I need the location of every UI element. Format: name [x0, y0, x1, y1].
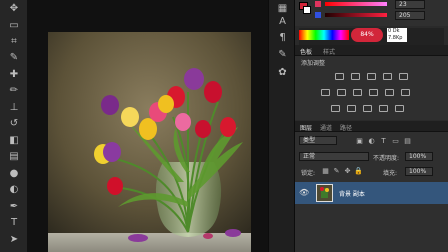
curves-icon[interactable] — [367, 73, 376, 80]
tab-styles[interactable]: 样式 — [323, 47, 335, 56]
g-swatch-indicator — [315, 1, 321, 7]
color-spectrum-bar[interactable] — [299, 30, 349, 40]
posterize-icon[interactable] — [347, 105, 356, 112]
fill-label: 填充: — [383, 170, 398, 177]
filter-adjustment-icon[interactable]: ◐ — [367, 137, 376, 145]
type-tool-icon[interactable]: T — [6, 216, 22, 229]
tools-panel: ✥ ▭ ⌗ ✎ ✚ ✏ ⊥ ↺ ◧ ▤ ● ◐ ✒ T ➤ — [0, 0, 28, 252]
brightness-icon[interactable] — [335, 73, 344, 80]
gradient-map-icon[interactable] — [379, 105, 388, 112]
tab-channels[interactable]: 通道 — [320, 123, 332, 132]
filter-smart-object-icon[interactable]: ▤ — [403, 137, 412, 145]
lock-position-icon[interactable]: ✥ — [343, 167, 352, 175]
blur-tool-icon[interactable]: ● — [6, 167, 22, 180]
layer-name[interactable]: 背景 副本 — [339, 189, 365, 198]
opacity-field[interactable]: 100% — [405, 152, 433, 161]
marquee-tool-icon[interactable]: ▭ — [6, 19, 22, 32]
paragraph-panel-icon[interactable]: ¶ — [275, 31, 290, 45]
history-brush-icon[interactable]: ↺ — [6, 117, 22, 130]
opacity-label: 不透明度: — [373, 155, 400, 162]
character-panel-icon[interactable]: A — [275, 15, 290, 29]
brush-tool-icon[interactable]: ✏ — [6, 84, 22, 97]
g-slider[interactable] — [325, 2, 387, 6]
b-swatch-indicator — [315, 12, 321, 18]
filter-pixel-icon[interactable]: ▣ — [355, 137, 364, 145]
color-percent-badge: 84% — [351, 28, 383, 42]
vibrance-icon[interactable] — [399, 73, 408, 80]
color-lookup-icon[interactable] — [401, 89, 410, 96]
document-image[interactable] — [48, 32, 251, 252]
b-value-field[interactable]: 205 — [395, 11, 425, 20]
adjustments-title: 添加调整 — [301, 60, 326, 67]
history-panel-icon[interactable]: ▦ — [275, 2, 290, 16]
b-slider[interactable] — [325, 13, 387, 17]
filter-type-icon[interactable]: T — [379, 137, 388, 145]
fill-field[interactable]: 100% — [405, 167, 433, 176]
adjustments-panel: 添加调整 — [295, 56, 448, 120]
gradient-tool-icon[interactable]: ▤ — [6, 150, 22, 163]
tab-paths[interactable]: 路径 — [340, 123, 352, 132]
layer-thumbnail — [316, 184, 333, 202]
dodge-tool-icon[interactable]: ◐ — [6, 183, 22, 196]
right-panels: 23 205 84% 0 Dk 7.8Kp 色板 样式 添加调整 图层 通道 路… — [295, 0, 448, 252]
exposure-icon[interactable] — [383, 73, 392, 80]
black-white-icon[interactable] — [353, 89, 362, 96]
lock-label: 锁定: — [301, 170, 316, 177]
lock-image-icon[interactable]: ✎ — [332, 167, 341, 175]
color-readout: 0 Dk 7.8Kp — [387, 28, 407, 42]
invert-icon[interactable] — [331, 105, 340, 112]
color-balance-icon[interactable] — [337, 89, 346, 96]
readout-top: 0 Dk — [388, 28, 400, 34]
tab-layers[interactable]: 图层 — [300, 123, 312, 132]
tulips-image — [48, 32, 251, 252]
layers-tab-bar: 图层 通道 路径 — [295, 121, 448, 132]
document-canvas-area[interactable] — [28, 0, 268, 252]
channel-mixer-icon[interactable] — [385, 89, 394, 96]
photo-filter-icon[interactable] — [369, 89, 378, 96]
collapsed-panel-dock: ▦ A ¶ ✎ ✿ — [268, 0, 295, 252]
path-selection-icon[interactable]: ➤ — [6, 233, 22, 246]
spectrum-area: 84% 0 Dk 7.8Kp — [299, 28, 444, 46]
layer-row-background-copy[interactable]: 👁 背景 副本 — [295, 182, 448, 204]
levels-icon[interactable] — [351, 73, 360, 80]
crop-tool-icon[interactable]: ⌗ — [6, 35, 22, 48]
layers-panel: 类型 ▣ ◐ T ▭ ▤ 正常 不透明度: 100% 锁定: ▦ ✎ ✥ 🔒 填… — [295, 132, 448, 252]
readout-bottom: 7.8Kp — [388, 35, 403, 41]
swatches-tab-bar: 色板 样式 — [295, 45, 448, 56]
tab-swatches[interactable]: 色板 — [300, 47, 312, 56]
lock-all-icon[interactable]: 🔒 — [354, 167, 363, 175]
background-color-swatch[interactable] — [303, 6, 311, 14]
selective-color-icon[interactable] — [395, 105, 404, 112]
clone-source-panel-icon[interactable]: ✿ — [275, 66, 290, 80]
pen-tool-icon[interactable]: ✒ — [6, 200, 22, 213]
eyedropper-tool-icon[interactable]: ✎ — [6, 51, 22, 64]
hue-saturation-icon[interactable] — [321, 89, 330, 96]
color-panel: 23 205 — [295, 0, 448, 26]
lock-transparent-icon[interactable]: ▦ — [321, 167, 330, 175]
layer-visibility-eye-icon[interactable]: 👁 — [299, 188, 309, 198]
eraser-tool-icon[interactable]: ◧ — [6, 134, 22, 147]
blend-mode-select[interactable]: 正常 — [299, 152, 369, 161]
stamp-tool-icon[interactable]: ⊥ — [6, 101, 22, 114]
healing-brush-icon[interactable]: ✚ — [6, 68, 22, 81]
threshold-icon[interactable] — [363, 105, 372, 112]
move-tool-icon[interactable]: ✥ — [6, 2, 22, 15]
filter-shape-icon[interactable]: ▭ — [391, 137, 400, 145]
g-value-field[interactable]: 23 — [395, 0, 425, 9]
layer-filter-kind[interactable]: 类型 — [299, 136, 337, 145]
brush-panel-icon[interactable]: ✎ — [275, 48, 290, 62]
